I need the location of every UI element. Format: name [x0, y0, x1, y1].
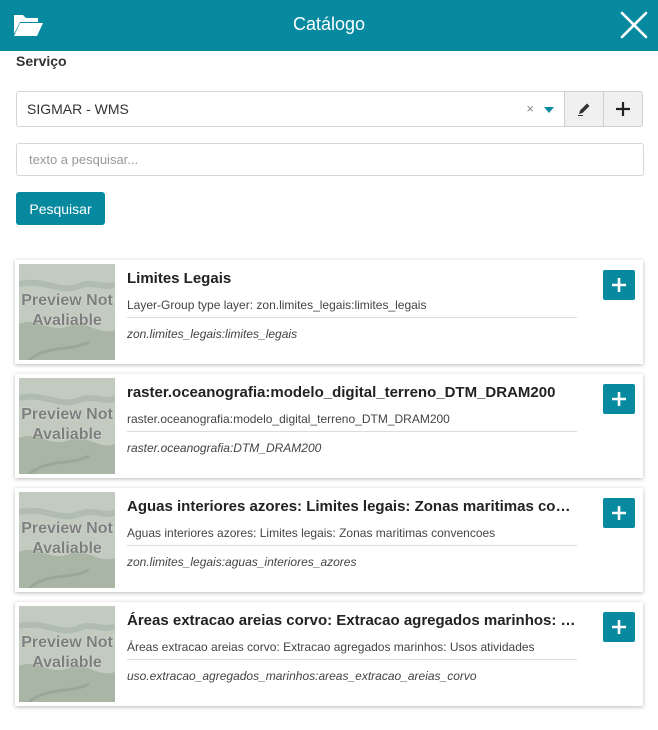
result-description: raster.oceanografia:modelo_digital_terre…: [127, 412, 577, 432]
add-layer-button[interactable]: [603, 498, 635, 528]
preview-thumbnail: Preview Not Avaliable: [19, 264, 115, 360]
preview-thumbnail: Preview Not Avaliable: [19, 492, 115, 588]
preview-unavailable-text: Preview Not Avaliable: [21, 292, 113, 329]
result-description: Aguas interiores azores: Limites legais:…: [127, 526, 577, 546]
plus-icon: [612, 278, 626, 292]
catalog-title: Catálogo: [292, 14, 366, 34]
result-description: Layer-Group type layer: zon.limites_lega…: [127, 298, 577, 318]
result-layer-name: uso.extracao_agregados_marinhos:areas_ex…: [127, 669, 477, 683]
add-layer-button[interactable]: [603, 384, 635, 414]
result-layer-name: zon.limites_legais:aguas_interiores_azor…: [127, 555, 357, 569]
clear-selection-icon[interactable]: ×: [526, 101, 534, 116]
add-layer-button[interactable]: [603, 270, 635, 300]
plus-icon: [612, 620, 626, 634]
chevron-down-icon[interactable]: [544, 107, 554, 113]
add-service-button[interactable]: [603, 91, 643, 127]
plus-icon: [612, 392, 626, 406]
result-title: raster.oceanografia:modelo_digital_terre…: [127, 384, 556, 401]
search-button[interactable]: Pesquisar: [16, 192, 105, 225]
catalog-header: Catálogo: [0, 0, 658, 51]
preview-unavailable-text: Preview Not Avaliable: [21, 634, 113, 671]
preview-unavailable-text: Preview Not Avaliable: [21, 406, 113, 443]
plus-icon: [616, 102, 630, 116]
result-title: Áreas extracao areias corvo: Extracao ag…: [127, 612, 577, 629]
result-title: Aguas interiores azores: Limites legais:…: [127, 498, 577, 515]
add-layer-button[interactable]: [603, 612, 635, 642]
pencil-icon: [578, 103, 590, 116]
result-layer-name: zon.limites_legais:limites_legais: [127, 327, 298, 341]
plus-icon: [612, 506, 626, 520]
result-item: Preview Not Avaliable raster.oceanografi…: [15, 374, 643, 478]
search-input[interactable]: [16, 143, 644, 176]
result-title: Limites Legais: [127, 270, 232, 287]
edit-service-button[interactable]: [564, 91, 604, 127]
preview-thumbnail: Preview Not Avaliable: [19, 378, 115, 474]
preview-unavailable-text: Preview Not Avaliable: [21, 520, 113, 557]
result-layer-name: raster.oceanografia:DTM_DRAM200: [127, 441, 322, 455]
service-label: Serviço: [16, 53, 67, 69]
service-select-value: SIGMAR - WMS: [27, 101, 129, 117]
service-select[interactable]: SIGMAR - WMS ×: [16, 91, 565, 127]
result-item: Preview Not Avaliable Limites Legais Lay…: [15, 260, 643, 364]
result-item: Preview Not Avaliable Áreas extracao are…: [15, 602, 643, 706]
result-description: Áreas extracao areias corvo: Extracao ag…: [127, 640, 577, 660]
close-icon[interactable]: [620, 11, 648, 39]
result-item: Preview Not Avaliable Aguas interiores a…: [15, 488, 643, 592]
preview-thumbnail: Preview Not Avaliable: [19, 606, 115, 702]
